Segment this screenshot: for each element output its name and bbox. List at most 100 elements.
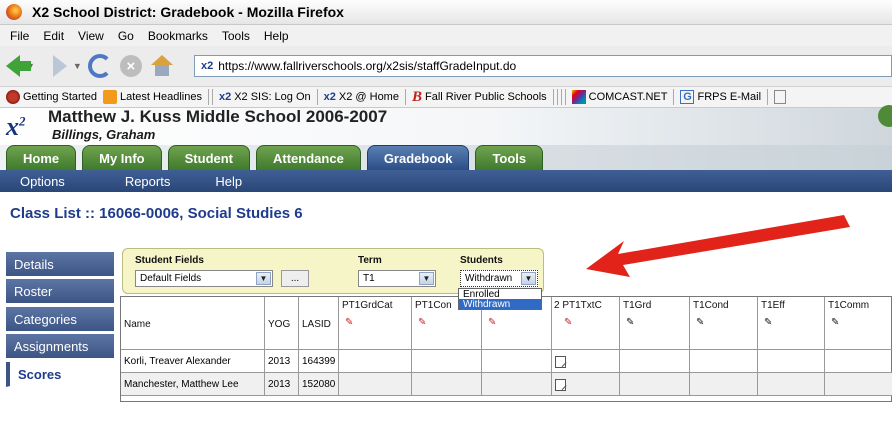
- column-header-t1grd[interactable]: T1Grd ✎: [620, 297, 690, 350]
- url-text[interactable]: https://www.fallriverschools.org/x2sis/s…: [218, 59, 516, 73]
- comment-cell[interactable]: [552, 350, 620, 373]
- score-cell[interactable]: [339, 350, 412, 373]
- side-assignments[interactable]: Assignments: [6, 334, 114, 359]
- menu-bookmarks[interactable]: Bookmarks: [148, 29, 208, 43]
- score-cell[interactable]: [620, 350, 690, 373]
- students-label: Students: [460, 255, 503, 266]
- menu-help[interactable]: Help: [264, 29, 289, 43]
- bookmark-fall-river-public-schools[interactable]: B Fall River Public Schools: [412, 89, 547, 106]
- column-header-t1cond[interactable]: T1Cond ✎: [690, 297, 758, 350]
- tab-my-info[interactable]: My Info: [82, 145, 162, 170]
- back-arrow-icon: [6, 55, 31, 77]
- student-fields-label: Student Fields: [135, 255, 204, 266]
- subnav-reports[interactable]: Reports: [125, 174, 171, 189]
- navigation-toolbar: ▼ ▼ × x2 https://www.fallriverschools.or…: [0, 46, 892, 86]
- bookmark-separator: [767, 89, 769, 105]
- students-option-enrolled[interactable]: Enrolled: [458, 288, 542, 300]
- bookmark-comcast[interactable]: COMCAST.NET: [571, 90, 667, 104]
- bookmark-latest-headlines[interactable]: Latest Headlines: [103, 90, 202, 104]
- help-bubble-icon[interactable]: [878, 105, 892, 127]
- frps-logo-icon: B: [411, 88, 422, 105]
- page-icon[interactable]: [774, 90, 787, 104]
- main-tabs: Home My Info Student Attendance Gradeboo…: [0, 145, 892, 170]
- bookmark-separator: [564, 89, 566, 105]
- address-bar[interactable]: x2 https://www.fallriverschools.org/x2si…: [194, 55, 892, 77]
- firefox-bookmark-icon: [6, 90, 20, 104]
- student-name-cell[interactable]: Manchester, Matthew Lee: [121, 373, 265, 396]
- column-header-lasid[interactable]: LASID: [299, 297, 339, 350]
- sub-navigation: Options Reports Help: [0, 170, 892, 192]
- score-cell[interactable]: [412, 350, 482, 373]
- lasid-cell: 164399: [299, 350, 339, 373]
- students-select[interactable]: Withdrawn ▼: [460, 270, 538, 287]
- pin-icon: ✎: [418, 317, 427, 328]
- tab-home[interactable]: Home: [6, 145, 77, 170]
- back-button[interactable]: [6, 55, 31, 77]
- side-categories[interactable]: Categories: [6, 307, 114, 332]
- forward-dropdown-icon[interactable]: ▼: [73, 61, 82, 71]
- lasid-cell: 152080: [299, 373, 339, 396]
- score-cell[interactable]: [620, 373, 690, 396]
- stop-icon[interactable]: ×: [119, 55, 142, 77]
- tab-student[interactable]: Student: [167, 145, 251, 170]
- score-cell[interactable]: [482, 350, 552, 373]
- column-header-pt1txtc[interactable]: 2 PT1TxtC ✎: [552, 297, 620, 350]
- bookmark-x2-sis-log-on[interactable]: x2 X2 SIS: Log On: [219, 91, 311, 103]
- score-cell[interactable]: [482, 373, 552, 396]
- score-cell[interactable]: [690, 373, 758, 396]
- score-cell[interactable]: [412, 373, 482, 396]
- forward-arrow-icon: [52, 55, 67, 77]
- side-roster[interactable]: Roster: [6, 279, 114, 304]
- side-scores[interactable]: Scores: [6, 362, 114, 387]
- score-cell[interactable]: [339, 373, 412, 396]
- menu-bar: File Edit View Go Bookmarks Tools Help: [0, 25, 892, 46]
- term-select[interactable]: T1 ▼: [358, 270, 436, 287]
- column-header-name[interactable]: Name: [121, 297, 265, 350]
- student-fields-more-button[interactable]: ...: [281, 270, 309, 287]
- score-cell[interactable]: [758, 373, 825, 396]
- pin-icon: ✎: [488, 317, 497, 328]
- x2-logo: x2: [6, 112, 26, 141]
- school-name: Matthew J. Kuss Middle School 2006-2007: [48, 107, 388, 126]
- menu-tools[interactable]: Tools: [222, 29, 250, 43]
- note-edit-icon[interactable]: [555, 355, 566, 368]
- column-header-yog[interactable]: YOG: [265, 297, 299, 350]
- yog-cell: 2013: [265, 350, 299, 373]
- students-option-withdrawn[interactable]: Withdrawn: [458, 299, 542, 310]
- chevron-down-icon: ▼: [256, 272, 271, 285]
- column-header-pt1grdcat[interactable]: PT1GrdCat ✎: [339, 297, 412, 350]
- score-cell[interactable]: [825, 350, 892, 373]
- x2-icon: x2: [218, 91, 232, 103]
- bookmarks-toolbar: Getting Started Latest Headlines x2 X2 SI…: [0, 86, 892, 108]
- pin-icon: ✎: [626, 317, 635, 328]
- subnav-options[interactable]: Options: [20, 174, 65, 189]
- bookmark-getting-started[interactable]: Getting Started: [6, 90, 97, 104]
- student-fields-select[interactable]: Default Fields ▼: [135, 270, 273, 287]
- menu-file[interactable]: File: [10, 29, 29, 43]
- tab-gradebook[interactable]: Gradebook: [366, 145, 470, 170]
- forward-button[interactable]: [41, 55, 67, 77]
- menu-go[interactable]: Go: [118, 29, 134, 43]
- student-name-cell[interactable]: Korli, Treaver Alexander: [121, 350, 265, 373]
- bookmark-frps-email[interactable]: G FRPS E-Mail: [680, 90, 761, 104]
- user-name: Billings, Graham: [52, 127, 156, 142]
- menu-edit[interactable]: Edit: [43, 29, 64, 43]
- subnav-help[interactable]: Help: [215, 174, 242, 189]
- bookmark-label: X2 SIS: Log On: [234, 91, 311, 103]
- tab-attendance[interactable]: Attendance: [256, 145, 361, 170]
- comment-cell[interactable]: [552, 373, 620, 396]
- comcast-icon: [571, 90, 586, 104]
- reload-icon[interactable]: [87, 54, 112, 78]
- side-details[interactable]: Details: [6, 252, 114, 277]
- score-cell[interactable]: [825, 373, 892, 396]
- bookmark-x2-home[interactable]: x2 X2 @ Home: [324, 91, 399, 103]
- column-header-t1eff[interactable]: T1Eff ✎: [758, 297, 825, 350]
- bookmark-label: Latest Headlines: [120, 91, 202, 103]
- score-cell[interactable]: [690, 350, 758, 373]
- home-icon[interactable]: [150, 55, 174, 77]
- column-header-t1comm[interactable]: T1Comm ✎: [825, 297, 892, 350]
- score-cell[interactable]: [758, 350, 825, 373]
- tab-tools[interactable]: Tools: [475, 145, 544, 170]
- note-edit-icon[interactable]: [555, 378, 566, 391]
- menu-view[interactable]: View: [78, 29, 104, 43]
